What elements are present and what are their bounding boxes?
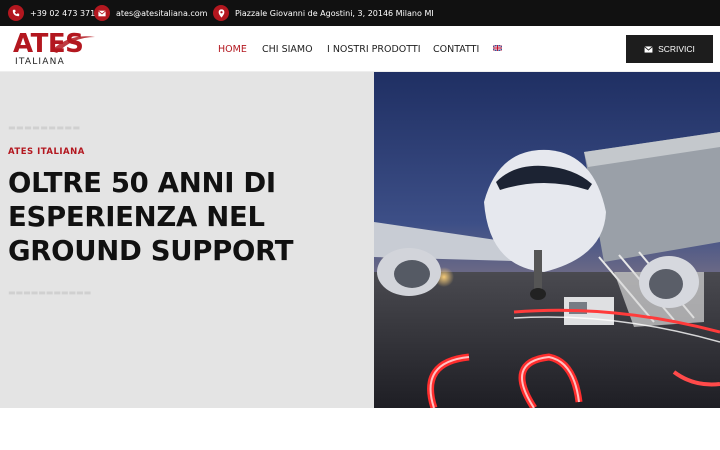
logo-sub-text: ITALIANA <box>15 57 65 67</box>
ates-logo[interactable]: ATES ITALIANA <box>13 30 95 70</box>
page-below-hero <box>0 408 720 450</box>
phone-contact[interactable]: +39 02 473 371 <box>8 4 95 22</box>
nav-home[interactable]: HOME <box>218 26 247 72</box>
envelope-icon <box>94 5 110 21</box>
scrivici-label: SCRIVICI <box>658 44 695 54</box>
phone-icon <box>8 5 24 21</box>
airplane-boarding-photo <box>374 72 720 408</box>
email-contact[interactable]: ates@atesitaliana.com <box>94 4 207 22</box>
address-text: Piazzale Giovanni de Agostini, 3, 20146 … <box>235 8 434 18</box>
nav-contatti[interactable]: CONTATTI <box>433 26 479 72</box>
site-header: ATES ITALIANA HOME CHI SIAMO I NOSTRI PR… <box>0 26 720 72</box>
airplane-photo-illustration <box>374 72 720 408</box>
ghost-slide-label: ▬▬▬▬▬▬▬▬▬ <box>8 123 81 132</box>
uk-flag-icon[interactable] <box>493 45 502 51</box>
phone-number: +39 02 473 371 <box>30 8 96 18</box>
nav-chi-siamo[interactable]: CHI SIAMO <box>262 26 313 72</box>
scrivici-button[interactable]: SCRIVICI <box>626 35 713 63</box>
envelope-icon <box>644 45 653 53</box>
hero-text-panel: ▬▬▬▬▬▬▬▬▬ ▬▬▬▬▬▬▬▬▬▬▬ ATES ITALIANA OLTR… <box>0 72 374 408</box>
hero-title: OLTRE 50 ANNI DI ESPERIENZA NEL GROUND S… <box>8 167 294 267</box>
nav-prodotti[interactable]: I NOSTRI PRODOTTI <box>327 26 421 72</box>
contact-bar: +39 02 473 371 ates@atesitaliana.com Pia… <box>0 0 720 26</box>
email-address: ates@atesitaliana.com <box>116 8 208 18</box>
map-pin-icon <box>213 5 229 21</box>
ghost-slide-date: ▬▬▬▬▬▬▬▬▬▬▬ <box>8 288 92 297</box>
address-contact[interactable]: Piazzale Giovanni de Agostini, 3, 20146 … <box>213 4 434 22</box>
hero-label: ATES ITALIANA <box>8 147 85 157</box>
